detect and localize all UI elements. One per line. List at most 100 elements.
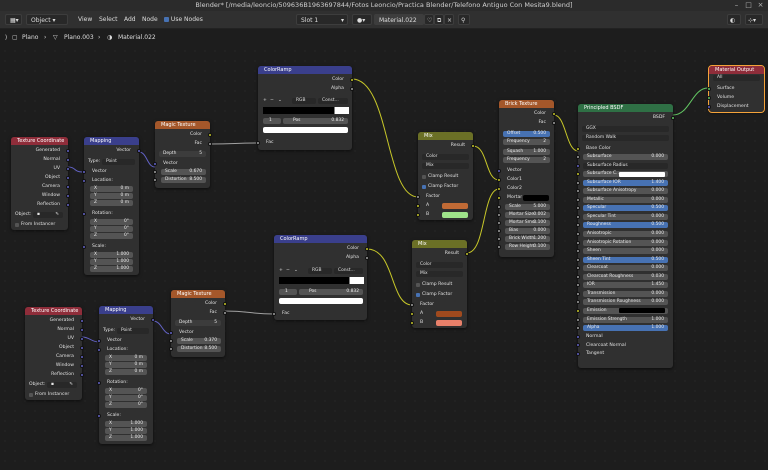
clamp-factor-checkbox[interactable] <box>416 292 420 297</box>
input-socket[interactable] <box>497 213 501 217</box>
ramp-menu-icon[interactable]: ⌄ <box>278 97 282 104</box>
input-socket[interactable] <box>707 95 711 100</box>
color-a-swatch[interactable] <box>442 202 468 209</box>
output-socket[interactable] <box>365 246 369 251</box>
location-x-field[interactable]: X 0 m <box>105 355 147 361</box>
input-socket[interactable] <box>153 178 157 182</box>
menu-view[interactable]: View <box>78 14 92 25</box>
input-socket[interactable] <box>576 223 580 228</box>
color-b-swatch[interactable] <box>436 319 462 326</box>
scale-field[interactable]: Scale 5.000 <box>497 204 550 210</box>
location-y-field[interactable]: Y 0 m <box>105 362 147 368</box>
data-type-dropdown[interactable]: Color <box>416 262 463 268</box>
duplicate-material-icon[interactable]: ⧉ <box>434 14 444 25</box>
add-stop-icon[interactable]: + <box>279 267 283 274</box>
output-socket[interactable] <box>350 77 354 82</box>
input-socket[interactable] <box>576 163 580 168</box>
clamp-result-checkbox[interactable] <box>416 282 420 287</box>
editor-type-icon[interactable]: ▦▾ <box>5 14 22 25</box>
node-texture-coordinate-2[interactable]: Texture Coordinate Generated Normal UV O… <box>25 307 84 400</box>
bsdf-field[interactable]: Subsurface Radius <box>583 162 668 169</box>
menu-node[interactable]: Node <box>142 14 158 25</box>
subsurface-method-dropdown[interactable]: Random Walk <box>582 135 669 141</box>
bsdf-field[interactable]: Subsurface 0.000 <box>583 154 668 161</box>
input-socket[interactable] <box>82 178 86 183</box>
input-socket[interactable] <box>497 205 501 209</box>
stop-position-field[interactable]: Pos 0.832 <box>283 118 348 124</box>
scale-field[interactable]: Scale 0.670 <box>153 169 206 175</box>
input-socket[interactable] <box>576 317 580 322</box>
bsdf-field[interactable]: Metallic 0.000 <box>583 196 668 203</box>
input-socket[interactable] <box>576 266 580 271</box>
stop-color-swatch[interactable] <box>279 298 363 304</box>
scale-x-field[interactable]: X 1.000 <box>105 421 147 427</box>
menu-add[interactable]: Add <box>124 14 136 25</box>
input-socket[interactable] <box>576 257 580 262</box>
output-socket[interactable] <box>552 111 556 116</box>
input-socket[interactable] <box>256 140 260 145</box>
rotation-x-field[interactable]: X 0° <box>90 219 133 225</box>
mortar-color-swatch[interactable] <box>523 194 549 201</box>
blend-mode-dropdown[interactable]: Mix <box>416 271 463 277</box>
bsdf-field[interactable]: Specular Tint 0.000 <box>583 213 668 220</box>
node-magic-texture-2[interactable]: Magic Texture Color Fac Depth 5 Vector Sc… <box>169 290 227 357</box>
distribution-dropdown[interactable]: GGX <box>582 126 669 132</box>
mapping-type-dropdown[interactable]: Point <box>102 158 135 165</box>
input-socket[interactable] <box>576 206 580 211</box>
bsdf-field[interactable]: Emission <box>583 307 668 314</box>
node-mix-1[interactable]: Mix Result Color Mix Clamp Result Clamp … <box>416 132 475 220</box>
input-socket[interactable] <box>497 168 501 173</box>
node-magic-texture-1[interactable]: Magic Texture Color Fac Depth 5 Vector Sc… <box>153 121 212 188</box>
input-socket[interactable] <box>576 334 580 339</box>
input-socket[interactable] <box>416 203 420 208</box>
bsdf-field[interactable]: IOR 1.450 <box>583 282 668 289</box>
input-socket[interactable] <box>576 232 580 236</box>
eyedropper-icon[interactable]: ✎ <box>69 382 73 388</box>
color-a-swatch[interactable] <box>436 310 462 317</box>
input-socket[interactable] <box>497 237 501 241</box>
input-socket[interactable] <box>410 311 414 316</box>
node-colorramp-1[interactable]: ColorRamp Color Alpha + − ⌄ RGB Const...… <box>256 66 354 150</box>
input-socket[interactable] <box>497 221 501 225</box>
scale-z-field[interactable]: Z 1.000 <box>90 266 133 272</box>
brick-width-field[interactable]: Brick Width 1.200 <box>497 236 550 242</box>
bsdf-field[interactable]: Anisotropic 0.000 <box>583 231 668 237</box>
mapping-type-dropdown[interactable]: Point <box>117 327 149 334</box>
input-socket[interactable] <box>169 339 173 343</box>
depth-field[interactable]: Depth 5 <box>175 320 221 326</box>
clamp-factor-checkbox[interactable] <box>422 184 426 189</box>
scale-z-field[interactable]: Z 1.000 <box>105 435 147 441</box>
object-field[interactable]: ▪ ✎ <box>33 211 63 218</box>
scale-x-field[interactable]: X 1.000 <box>90 252 133 258</box>
output-socket[interactable] <box>151 317 155 322</box>
bsdf-field[interactable]: Transmission Roughness 0.000 <box>583 299 668 306</box>
output-socket[interactable] <box>223 301 227 306</box>
color-swatch[interactable] <box>619 308 665 314</box>
output-socket[interactable] <box>223 310 227 315</box>
gradient-bar[interactable] <box>263 107 349 114</box>
input-socket[interactable] <box>497 177 501 182</box>
input-socket[interactable] <box>97 413 101 418</box>
eyedropper-icon[interactable]: ✎ <box>55 212 59 218</box>
slot-dropdown[interactable]: Slot 1 ▾ <box>296 14 348 25</box>
output-socket[interactable] <box>66 193 70 198</box>
distortion-field[interactable]: Distortion 8.500 <box>169 346 221 352</box>
from-instancer-checkbox[interactable] <box>15 222 19 227</box>
location-y-field[interactable]: Y 0 m <box>90 193 133 199</box>
node-texture-coordinate-1[interactable]: Texture Coordinate Generated Normal UV O… <box>11 137 70 230</box>
data-type-dropdown[interactable]: Color <box>422 154 469 160</box>
bsdf-field[interactable]: Clearcoat Roughness 0.030 <box>583 273 668 280</box>
fake-user-icon[interactable]: ♡ <box>424 14 434 25</box>
menu-select[interactable]: Select <box>99 14 118 25</box>
input-socket[interactable] <box>416 194 420 199</box>
interpolation-dropdown[interactable]: Const... <box>318 97 348 104</box>
material-browse-icon[interactable]: ●▾ <box>352 14 372 25</box>
output-socket[interactable] <box>137 148 141 153</box>
bsdf-field[interactable]: Alpha 1.000 <box>583 325 668 332</box>
bsdf-field[interactable]: Transmission 0.000 <box>583 290 668 297</box>
input-socket[interactable] <box>497 195 501 200</box>
input-socket[interactable] <box>153 161 157 166</box>
input-socket[interactable] <box>497 229 501 233</box>
input-socket[interactable] <box>576 189 580 194</box>
input-socket[interactable] <box>497 186 501 191</box>
